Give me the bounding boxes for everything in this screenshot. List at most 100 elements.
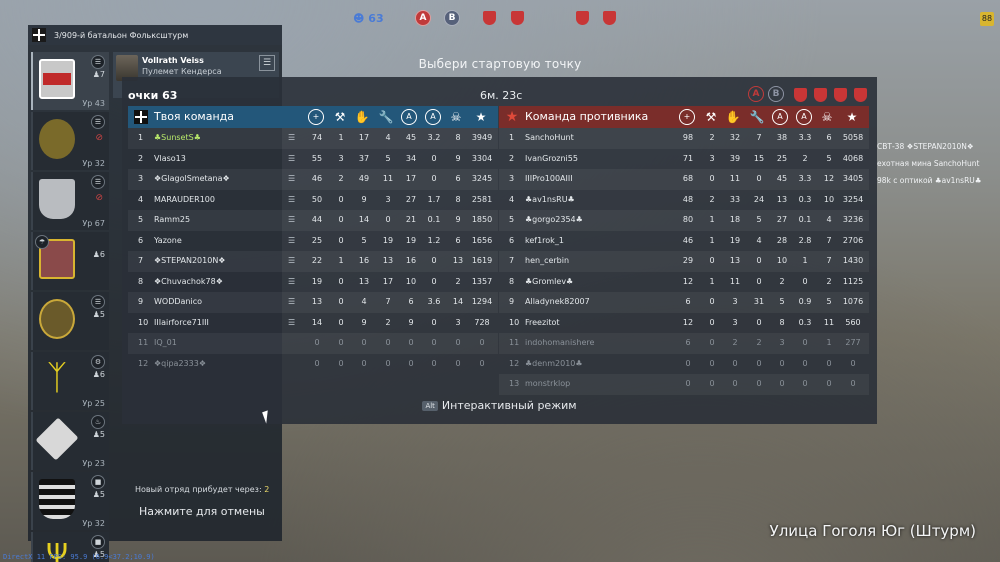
diamond-emblem-icon [35,417,79,461]
squad-card[interactable]: ■ ♟5 Ур 32 [31,472,109,530]
stat-cell: 8 [455,194,461,204]
stat-cell: 0 [756,379,762,388]
stat-cell: 0 [732,379,738,388]
stat-cell: 1 [802,256,808,265]
tank-kill-icon: ⚒ [334,110,346,124]
squad-doc-button[interactable]: ☰ [91,115,105,129]
stat-cell: 14 [452,297,464,306]
killfeed-entry: СВТ-38 ❖STEPAN2010N❖ [877,142,974,151]
squad-card[interactable]: ᛉ ⚙ ♟6 Ур 25 [31,352,109,410]
stat-cell: 3 [338,153,344,163]
stat-cell: 17 [382,276,394,286]
table-row[interactable]: 5 ♣gorgo2354♣ 80 1 18 5 27 0.1 4 3236 [499,210,869,231]
table-row[interactable]: 4 ♣av1nsRU♣ 48 2 33 24 13 0.3 10 3254 [499,190,869,211]
stat-cell: 4 [826,215,832,224]
table-row[interactable]: 7 hen_cerbin 29 0 13 0 10 1 7 1430 [499,251,869,272]
player-name: MARAUDER100 [154,194,215,204]
table-row[interactable]: 1 ♣SunsetS♣ ☰ 74 1 17 4 45 3.2 8 3949 [128,128,498,149]
stat-cell: 5 [779,297,785,306]
stat-cell: 13 [382,256,394,265]
stat-cell: 22 [311,256,323,265]
table-row[interactable]: 7 ❖STEPAN2010N❖ ☰ 22 1 16 13 16 0 13 1619 [128,251,498,272]
table-row[interactable]: 2 Vlaso13 ☰ 55 3 37 5 34 0 9 3304 [128,149,498,170]
stat-cell: 5 [756,215,762,224]
stat-cell: 0 [756,174,762,183]
stat-cell: 0 [802,338,808,347]
table-row[interactable]: 3 ❖GlagolSmetana❖ ☰ 46 2 49 11 17 0 6 3245 [128,169,498,190]
squad-level: Ур 67 [82,219,105,228]
player-rank: 5 [509,215,515,224]
stat-cell: 2706 [842,235,864,245]
stat-cell: 31 [753,297,765,306]
table-row[interactable]: 13 monstrklop 0 0 0 0 0 0 0 0 [499,374,869,395]
fire-icon: ♨ [91,415,105,429]
stat-cell: 2581 [471,194,493,204]
squad-level: Ур 32 [82,519,105,528]
player-name: ♣Gromlev♣ [525,276,574,286]
squad-card[interactable]: ☰ ⊘ Ур 67 [31,172,109,230]
table-row[interactable]: 11 IQ_01 0 0 0 0 0 0 0 0 [128,333,498,354]
stat-cell: 19 [405,235,417,245]
table-row[interactable]: 12 ♣denm2010♣ 0 0 0 0 0 0 0 0 [499,354,869,375]
table-row[interactable]: 1 SanchoHunt 98 2 32 7 38 3.3 6 5058 [499,128,869,149]
table-row[interactable]: 11 indohomanishere 6 0 2 2 3 0 1 277 [499,333,869,354]
soldier-class-icon: ☰ [288,153,296,163]
corner-badge: 88 [980,12,994,26]
tank-icon: ■ [91,535,105,549]
interactive-mode-hint[interactable]: Alt Интерактивный режим [122,399,877,412]
player-rank: 8 [509,276,515,286]
cancel-button[interactable]: Нажмите для отмены [139,505,265,518]
squad-doc-button[interactable]: ☰ [91,175,105,189]
score-label: очки 63 [128,89,178,102]
table-row[interactable]: 3 IIIPro100AIII 68 0 11 0 45 3.3 12 3405 [499,169,869,190]
table-row[interactable]: 6 kef1rok_1 46 1 19 4 28 2.8 7 2706 [499,231,869,252]
player-rank: 13 [509,379,520,388]
stat-cell: 45 [405,133,417,142]
squad-count: ♟7 [92,70,105,79]
squad-card[interactable]: ☰ ⊘ Ур 32 [31,112,109,170]
player-name: IIIPro100AIII [525,174,573,183]
table-row[interactable]: 5 Ramm25 ☰ 44 0 14 0 21 0.1 9 1850 [128,210,498,231]
stat-cell: 34 [405,153,417,163]
player-name: ❖STEPAN2010N❖ [154,256,226,265]
table-row[interactable]: 2 IvanGrozni55 71 3 39 15 25 2 5 4068 [499,149,869,170]
wrench-icon: 🔧 [749,110,765,124]
player-rank: 4 [509,194,515,204]
shield-icon [603,11,616,25]
squad-card[interactable]: ♨ ♟5 Ур 23 [31,412,109,470]
table-row[interactable]: 10 Freezitot 12 0 3 0 8 0.3 11 560 [499,313,869,334]
stat-cell: 5058 [842,133,864,142]
stat-cell: 1 [338,133,344,142]
capture-icon: A [401,109,417,125]
stat-cell: 3 [732,317,738,327]
table-row[interactable]: 8 ♣Gromlev♣ 12 1 11 0 2 0 2 1125 [499,272,869,293]
stat-cell: 0 [479,358,485,368]
table-row[interactable]: 8 ❖Chuvachok78❖ ☰ 19 0 13 17 10 0 2 1357 [128,272,498,293]
table-row[interactable]: 10 IIIairforce71III ☰ 14 0 9 2 9 0 3 728 [128,313,498,334]
stat-cell: 37 [358,153,370,163]
stat-cell: 0 [779,379,785,388]
debug-overlay: DirectX 11 FPS: 95.9 (6.9<37.2;10.9) [3,553,155,561]
squad-card[interactable]: ☂ ♟6 [31,232,109,290]
stat-cell: 3 [779,338,785,347]
battalion-header: 3/909-й батальон Фольксштурм [28,25,282,45]
squad-count: ♟6 [92,370,105,379]
table-row[interactable]: 12 ❖qipa2333❖ 0 0 0 0 0 0 0 0 [128,354,498,375]
squad-card[interactable]: ☰ ♟5 [31,292,109,350]
table-row[interactable]: 9 WODDanico ☰ 13 0 4 7 6 3.6 14 1294 [128,292,498,313]
player-rank: 7 [138,256,144,265]
stat-cell: 16 [405,256,417,265]
killfeed: СВТ-38 ❖STEPAN2010N❖ ехотная мина Sancho… [877,138,1000,189]
stat-cell: 11 [729,276,741,286]
player-rank: 4 [138,194,144,204]
squad-doc-button[interactable]: ☰ [91,295,105,309]
table-row[interactable]: 6 Yazone ☰ 25 0 5 19 19 1.2 6 1656 [128,231,498,252]
player-rank: 1 [138,133,144,142]
stat-cell: 0 [385,215,391,224]
stat-cell: 27 [776,215,788,224]
table-row[interactable]: 4 MARAUDER100 ☰ 50 0 9 3 27 1.7 8 2581 [128,190,498,211]
table-row[interactable]: 9 Alladynek82007 6 0 3 31 5 0.9 5 1076 [499,292,869,313]
team-ours-header: Твоя команда + ⚒ ✋ 🔧 A A ☠ ★ [128,106,498,128]
stat-cell: 9 [408,317,414,327]
player-name: ♣gorgo2354♣ [525,215,583,224]
